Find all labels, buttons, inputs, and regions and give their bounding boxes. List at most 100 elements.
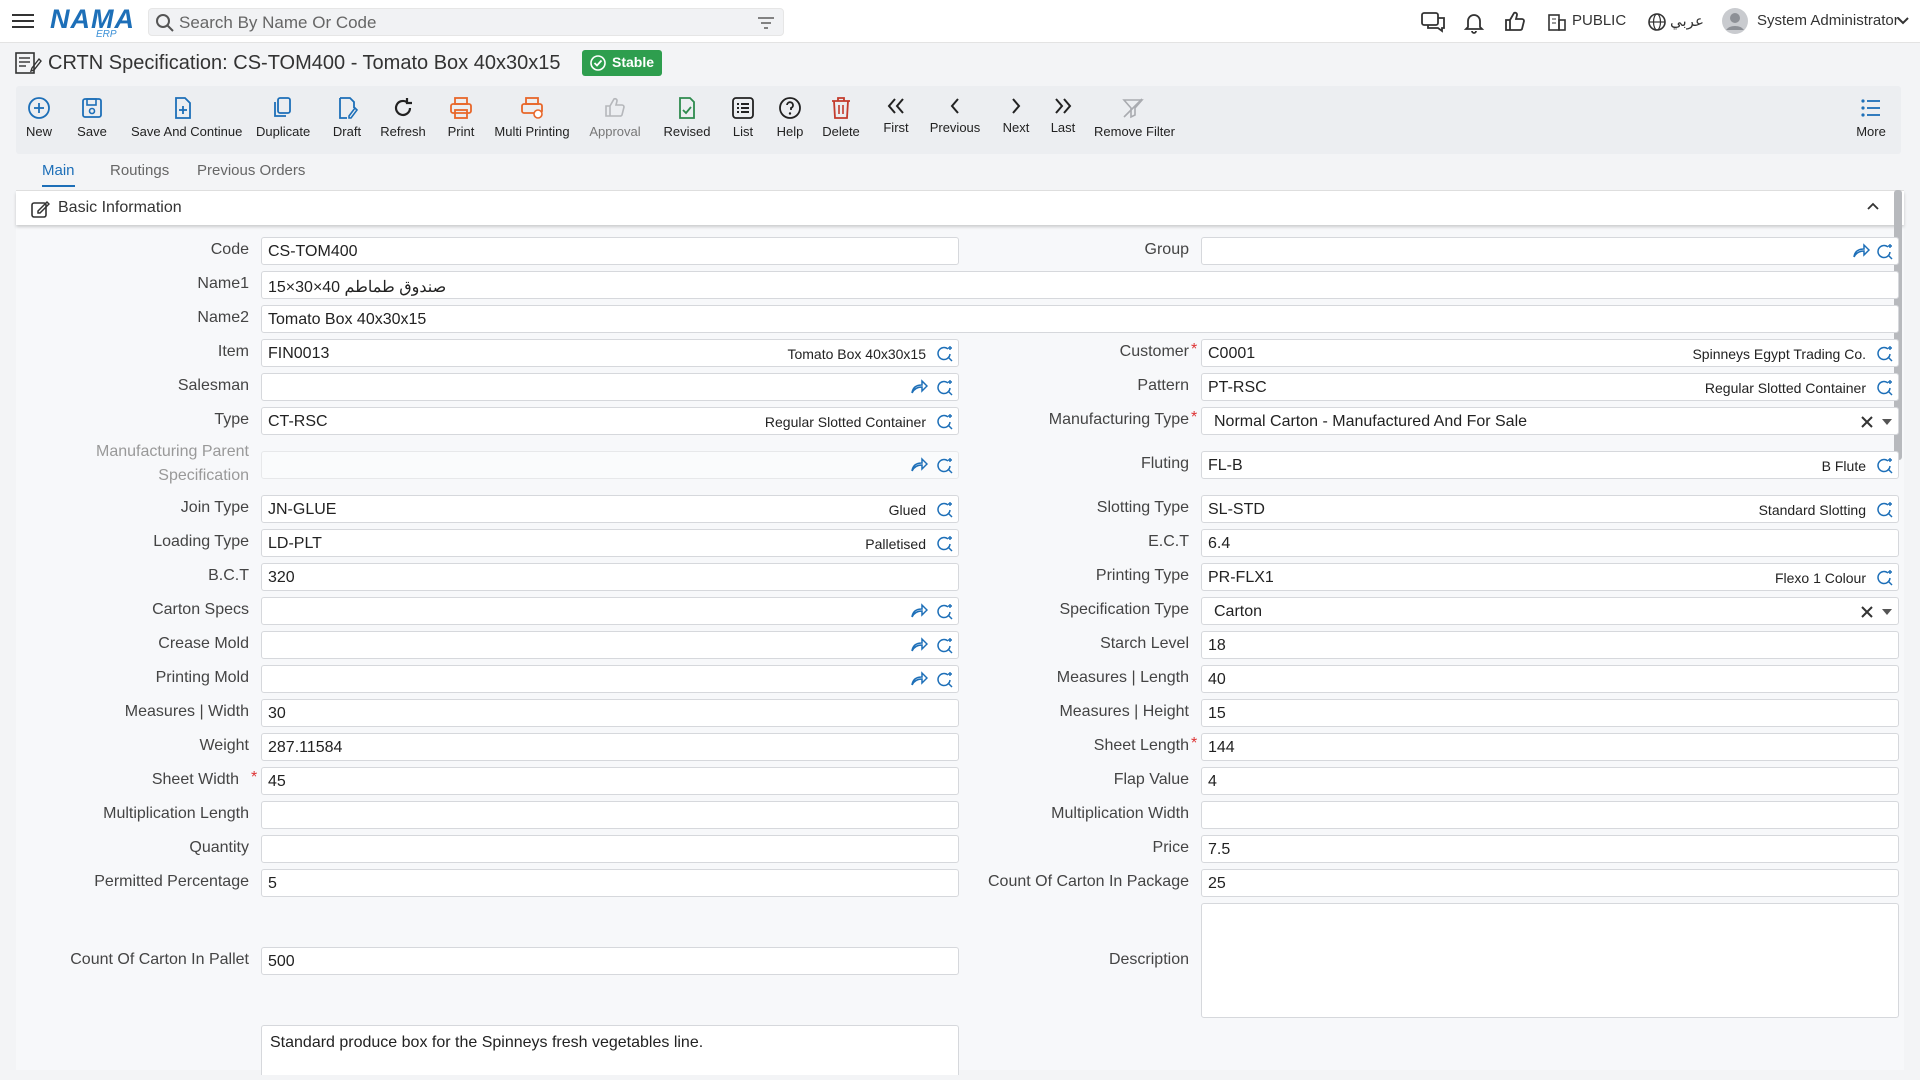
section-header[interactable]: Basic Information xyxy=(16,191,1904,225)
first-button[interactable]: First xyxy=(880,86,912,154)
lookup-search-icon[interactable] xyxy=(936,501,954,519)
search-box[interactable] xyxy=(148,8,784,36)
lookup-search-icon[interactable] xyxy=(936,603,954,621)
remove-filter-button[interactable]: Remove Filter xyxy=(1094,86,1175,154)
ect-field[interactable]: 6.4 xyxy=(1201,529,1899,557)
specification-type-select[interactable]: Carton xyxy=(1201,597,1899,625)
user-name[interactable]: System Administrator xyxy=(1757,12,1899,29)
price-field[interactable]: 7.5 xyxy=(1201,835,1899,863)
customer-field[interactable]: C0001 Spinneys Egypt Trading Co. xyxy=(1201,339,1899,367)
lookup-search-icon[interactable] xyxy=(936,413,954,431)
lookup-search-icon[interactable] xyxy=(936,671,954,689)
measures-height-field[interactable]: 15 xyxy=(1201,699,1899,727)
flap-value-field[interactable]: 4 xyxy=(1201,767,1899,795)
lookup-search-icon[interactable] xyxy=(1876,379,1894,397)
company-name[interactable]: PUBLIC xyxy=(1572,12,1626,29)
draft-button[interactable]: Draft xyxy=(330,86,364,154)
next-button[interactable]: Next xyxy=(1000,86,1032,154)
logo[interactable]: NAMA ERP xyxy=(50,4,134,40)
multi-printing-button[interactable]: Multi Printing xyxy=(494,86,570,154)
share-arrow-icon[interactable] xyxy=(910,603,928,619)
starch-level-field[interactable]: 18 xyxy=(1201,631,1899,659)
printing-mold-field[interactable] xyxy=(261,665,959,693)
multiplication-width-field[interactable] xyxy=(1201,801,1899,829)
lookup-search-icon[interactable] xyxy=(936,457,954,475)
lookup-search-icon[interactable] xyxy=(1876,457,1894,475)
last-button[interactable]: Last xyxy=(1048,86,1078,154)
permitted-percentage-field[interactable]: 5 xyxy=(261,869,959,897)
lookup-search-icon[interactable] xyxy=(1876,345,1894,363)
language-switch[interactable]: عربي xyxy=(1670,12,1704,30)
notification-bell-icon[interactable] xyxy=(1462,10,1486,34)
tab-previous-orders[interactable]: Previous Orders xyxy=(197,162,305,185)
bct-field[interactable]: 320 xyxy=(261,563,959,591)
share-arrow-icon[interactable] xyxy=(910,379,928,395)
crease-mold-field[interactable] xyxy=(261,631,959,659)
sheet-length-field[interactable]: 144 xyxy=(1201,733,1899,761)
chevron-down-icon[interactable] xyxy=(1896,16,1910,26)
slotting-type-field[interactable]: SL-STD Standard Slotting xyxy=(1201,495,1899,523)
print-button[interactable]: Print xyxy=(445,86,477,154)
multiplication-length-field[interactable] xyxy=(261,801,959,829)
duplicate-button[interactable]: Duplicate xyxy=(256,86,310,154)
share-arrow-icon[interactable] xyxy=(910,671,928,687)
manufacturing-parent-specification-field[interactable] xyxy=(261,451,959,479)
globe-icon[interactable] xyxy=(1647,12,1667,32)
lookup-search-icon[interactable] xyxy=(936,379,954,397)
previous-button[interactable]: Previous xyxy=(928,86,982,154)
description-textarea[interactable] xyxy=(1201,903,1899,1018)
share-arrow-icon[interactable] xyxy=(910,637,928,653)
approval-button[interactable]: Approval xyxy=(588,86,642,154)
filter-icon[interactable] xyxy=(757,15,775,31)
share-arrow-icon[interactable] xyxy=(1852,243,1870,259)
quantity-field[interactable] xyxy=(261,835,959,863)
delete-button[interactable]: Delete xyxy=(822,86,860,154)
item-field[interactable]: FIN0013 Tomato Box 40x30x15 xyxy=(261,339,959,367)
printing-type-field[interactable]: PR-FLX1 Flexo 1 Colour xyxy=(1201,563,1899,591)
sheet-width-field[interactable]: 45 xyxy=(261,767,959,795)
save-button[interactable]: Save xyxy=(76,86,108,154)
chevron-down-icon[interactable] xyxy=(1882,609,1892,615)
name1-field[interactable]: صندوق طماطم 40×30×15 xyxy=(261,271,1899,299)
count-in-package-field[interactable]: 25 xyxy=(1201,869,1899,897)
help-button[interactable]: Help xyxy=(776,86,804,154)
chevron-down-icon[interactable] xyxy=(1882,419,1892,425)
lookup-search-icon[interactable] xyxy=(936,345,954,363)
like-icon[interactable] xyxy=(1503,10,1527,34)
remarks-textarea[interactable]: Standard produce box for the Spinneys fr… xyxy=(261,1025,959,1075)
lookup-search-icon[interactable] xyxy=(936,535,954,553)
more-button[interactable]: More xyxy=(1856,86,1886,154)
pattern-field[interactable]: PT-RSC Regular Slotted Container xyxy=(1201,373,1899,401)
clear-x-icon[interactable] xyxy=(1860,415,1874,429)
type-field[interactable]: CT-RSC Regular Slotted Container xyxy=(261,407,959,435)
refresh-button[interactable]: Refresh xyxy=(380,86,426,154)
count-in-pallet-field[interactable]: 500 xyxy=(261,947,959,975)
search-input[interactable] xyxy=(179,12,739,33)
chat-icon[interactable] xyxy=(1420,10,1446,34)
loading-type-field[interactable]: LD-PLT Palletised xyxy=(261,529,959,557)
measures-width-field[interactable]: 30 xyxy=(261,699,959,727)
lookup-search-icon[interactable] xyxy=(1876,501,1894,519)
revised-button[interactable]: Revised xyxy=(661,86,713,154)
fluting-field[interactable]: FL-B B Flute xyxy=(1201,451,1899,479)
share-arrow-icon[interactable] xyxy=(910,457,928,473)
group-field[interactable] xyxy=(1201,237,1899,265)
salesman-field[interactable] xyxy=(261,373,959,401)
carton-specs-field[interactable] xyxy=(261,597,959,625)
lookup-search-icon[interactable] xyxy=(936,637,954,655)
new-button[interactable]: New xyxy=(24,86,54,154)
name2-field[interactable]: Tomato Box 40x30x15 xyxy=(261,305,1899,333)
lookup-search-icon[interactable] xyxy=(1876,569,1894,587)
measures-length-field[interactable]: 40 xyxy=(1201,665,1899,693)
chevron-up-icon[interactable] xyxy=(1866,201,1880,211)
lookup-search-icon[interactable] xyxy=(1876,243,1894,261)
menu-icon[interactable] xyxy=(12,11,34,31)
clear-x-icon[interactable] xyxy=(1860,605,1874,619)
list-button[interactable]: List xyxy=(728,86,758,154)
avatar[interactable] xyxy=(1722,8,1748,34)
weight-field[interactable]: 287.11584 xyxy=(261,733,959,761)
join-type-field[interactable]: JN-GLUE Glued xyxy=(261,495,959,523)
tab-routings[interactable]: Routings xyxy=(110,162,169,185)
save-and-continue-button[interactable]: Save And Continue xyxy=(131,86,242,154)
manufacturing-type-select[interactable]: Normal Carton - Manufactured And For Sal… xyxy=(1201,407,1899,435)
